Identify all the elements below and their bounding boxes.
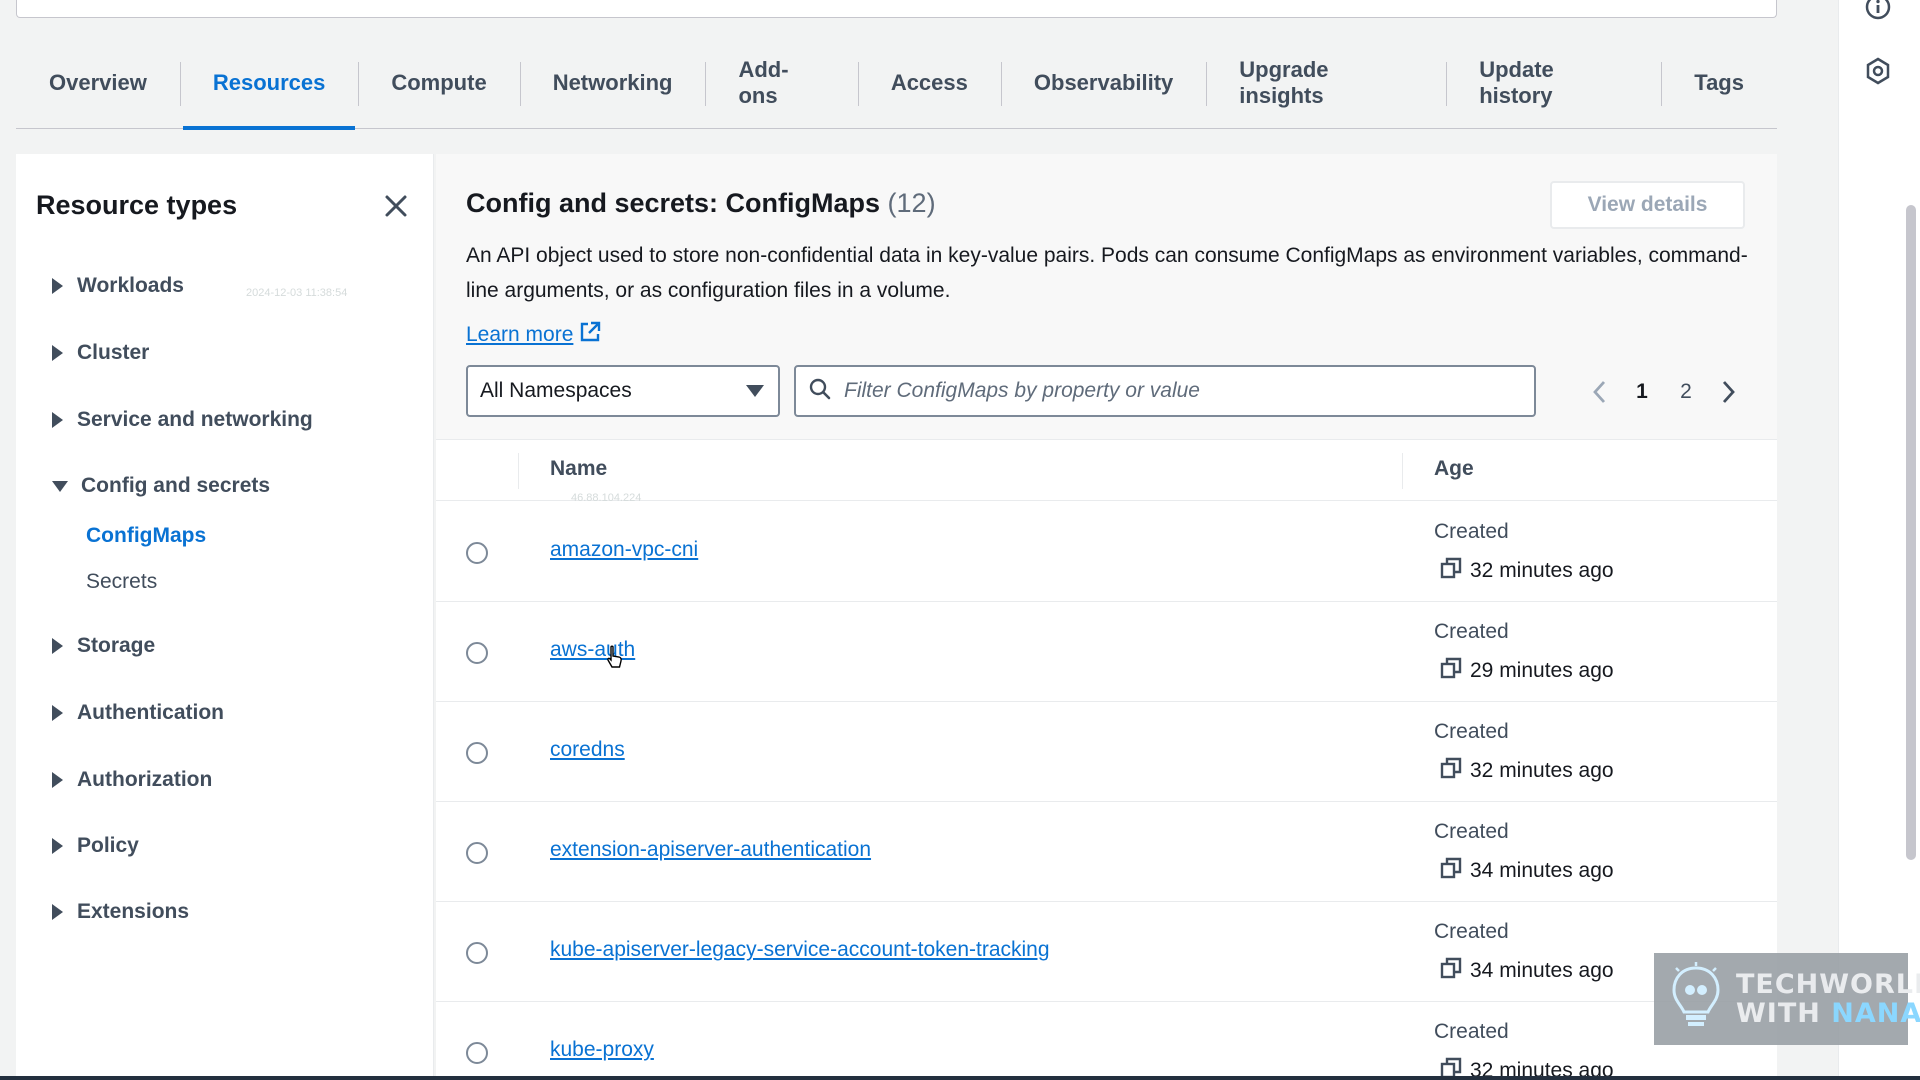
sidebar-item-authorization[interactable]: Authorization (52, 768, 212, 792)
view-details-button[interactable]: View details (1550, 181, 1745, 229)
item-count: (12) (887, 188, 936, 218)
row-select-radio[interactable] (466, 842, 488, 864)
table-row: coredns Created 32 minutes ago (436, 702, 1777, 802)
row-select-radio[interactable] (466, 942, 488, 964)
age-value: 32 minutes ago (1440, 557, 1614, 585)
sidebar-item-authentication[interactable]: Authentication (52, 701, 224, 725)
sidebar-item-extensions[interactable]: Extensions (52, 900, 189, 924)
column-name-header[interactable]: Name (550, 457, 607, 481)
caret-right-icon (52, 412, 63, 428)
caret-right-icon (52, 345, 63, 361)
tab-add-ons[interactable]: Add-ons (705, 37, 857, 129)
tab-access[interactable]: Access (857, 37, 1001, 129)
prev-page-icon[interactable] (1580, 372, 1620, 412)
configmap-link[interactable]: kube-apiserver-legacy-service-account-to… (550, 938, 1050, 962)
row-select-radio[interactable] (466, 742, 488, 764)
age-label: Created (1434, 520, 1509, 543)
filter-search[interactable] (794, 365, 1536, 417)
search-icon (808, 377, 832, 406)
row-select-radio[interactable] (466, 542, 488, 564)
description: An API object used to store non-confiden… (466, 244, 1748, 302)
sidebar-subitem-configmaps[interactable]: ConfigMaps (86, 524, 206, 548)
page-1[interactable]: 1 (1620, 380, 1664, 404)
channel-watermark: TECHWORLD WITH NANA (1654, 953, 1920, 1045)
tab-compute[interactable]: Compute (358, 37, 519, 129)
sidebar-item-policy[interactable]: Policy (52, 834, 139, 858)
age-value: 32 minutes ago (1440, 757, 1614, 785)
age-value: 34 minutes ago (1440, 957, 1614, 985)
page-title: Config and secrets: ConfigMaps (12) (466, 188, 936, 218)
configmaps-panel: Config and secrets: ConfigMaps (12) View… (436, 154, 1777, 1080)
info-icon[interactable] (1863, 0, 1893, 22)
caret-down-icon (52, 480, 68, 492)
configmap-link[interactable]: coredns (550, 738, 625, 762)
copy-icon[interactable] (1440, 557, 1462, 585)
table-row: aws-auth Created 29 minutes ago (436, 602, 1777, 702)
learn-more-link[interactable]: Learn more (466, 321, 601, 349)
next-page-icon[interactable] (1708, 372, 1748, 412)
external-link-icon (579, 321, 601, 349)
row-select-radio[interactable] (466, 642, 488, 664)
age-label: Created (1434, 620, 1509, 643)
filter-input[interactable] (844, 379, 1524, 403)
namespace-select[interactable]: All Namespaces (466, 365, 780, 417)
copy-icon[interactable] (1440, 757, 1462, 785)
column-divider (518, 453, 519, 489)
caret-right-icon (52, 838, 63, 854)
column-divider (1402, 453, 1403, 489)
sidebar-item-config-secrets[interactable]: Config and secrets (52, 474, 270, 498)
watermark-text: TECHWORLD WITH NANA (1736, 969, 1920, 1029)
panel-title: Resource types (36, 190, 238, 220)
tab-tags[interactable]: Tags (1661, 37, 1777, 129)
caret-right-icon (52, 772, 63, 788)
tab-update-history[interactable]: Update history (1446, 37, 1661, 129)
caret-down-icon (746, 385, 764, 397)
table-row: kube-apiserver-legacy-service-account-to… (436, 902, 1777, 1002)
age-value: 34 minutes ago (1440, 857, 1614, 885)
age-label: Created (1434, 820, 1509, 843)
age-value: 29 minutes ago (1440, 657, 1614, 685)
tab-overview[interactable]: Overview (16, 37, 180, 129)
column-age-header[interactable]: Age (1434, 457, 1474, 481)
age-label: Created (1434, 720, 1509, 743)
tab-networking[interactable]: Networking (519, 37, 706, 129)
mouse-cursor-icon (606, 645, 624, 671)
resource-types-panel: Resource types Workloads 2024-12-03 11:3… (16, 154, 434, 1080)
caret-right-icon (52, 278, 63, 294)
configmap-link[interactable]: amazon-vpc-cni (550, 538, 698, 562)
tab-upgrade-insights[interactable]: Upgrade insights (1206, 37, 1446, 129)
age-label: Created (1434, 1020, 1509, 1043)
copy-icon[interactable] (1440, 657, 1462, 685)
page-2[interactable]: 2 (1664, 380, 1708, 404)
page-scrollbar[interactable] (1906, 205, 1916, 860)
age-label: Created (1434, 920, 1509, 943)
pagination: 1 2 (1580, 372, 1748, 412)
sidebar-item-service-networking[interactable]: Service and networking (52, 408, 313, 432)
row-select-radio[interactable] (466, 1042, 488, 1064)
sidebar-subitem-secrets[interactable]: Secrets (86, 570, 157, 594)
table-row: kube-proxy Created 32 minutes ago (436, 1002, 1777, 1080)
caret-right-icon (52, 705, 63, 721)
bottom-border (0, 1076, 1920, 1080)
copy-icon[interactable] (1440, 957, 1462, 985)
top-panel-edge (16, 0, 1777, 18)
close-icon[interactable] (382, 192, 410, 220)
table-row: amazon-vpc-cni Created 32 minutes ago (436, 502, 1777, 602)
faint-timestamp: 2024-12-03 11:38:54 (246, 287, 348, 299)
copy-icon[interactable] (1440, 857, 1462, 885)
settings-hex-icon[interactable] (1863, 56, 1893, 86)
sidebar-item-cluster[interactable]: Cluster (52, 341, 149, 365)
table-row: extension-apiserver-authentication Creat… (436, 802, 1777, 902)
configmap-link[interactable]: kube-proxy (550, 1038, 654, 1062)
tab-observability[interactable]: Observability (1000, 37, 1206, 129)
sidebar-item-storage[interactable]: Storage (52, 634, 155, 658)
caret-right-icon (52, 904, 63, 920)
cluster-tabs: Overview Resources Compute Networking Ad… (16, 55, 1777, 130)
configmap-link[interactable]: extension-apiserver-authentication (550, 838, 871, 862)
lightbulb-logo-icon (1668, 961, 1724, 1037)
panel-header: Config and secrets: ConfigMaps (12) View… (436, 154, 1777, 440)
tab-resources[interactable]: Resources (179, 37, 359, 130)
caret-right-icon (52, 638, 63, 654)
sidebar-item-workloads[interactable]: Workloads (52, 274, 184, 298)
